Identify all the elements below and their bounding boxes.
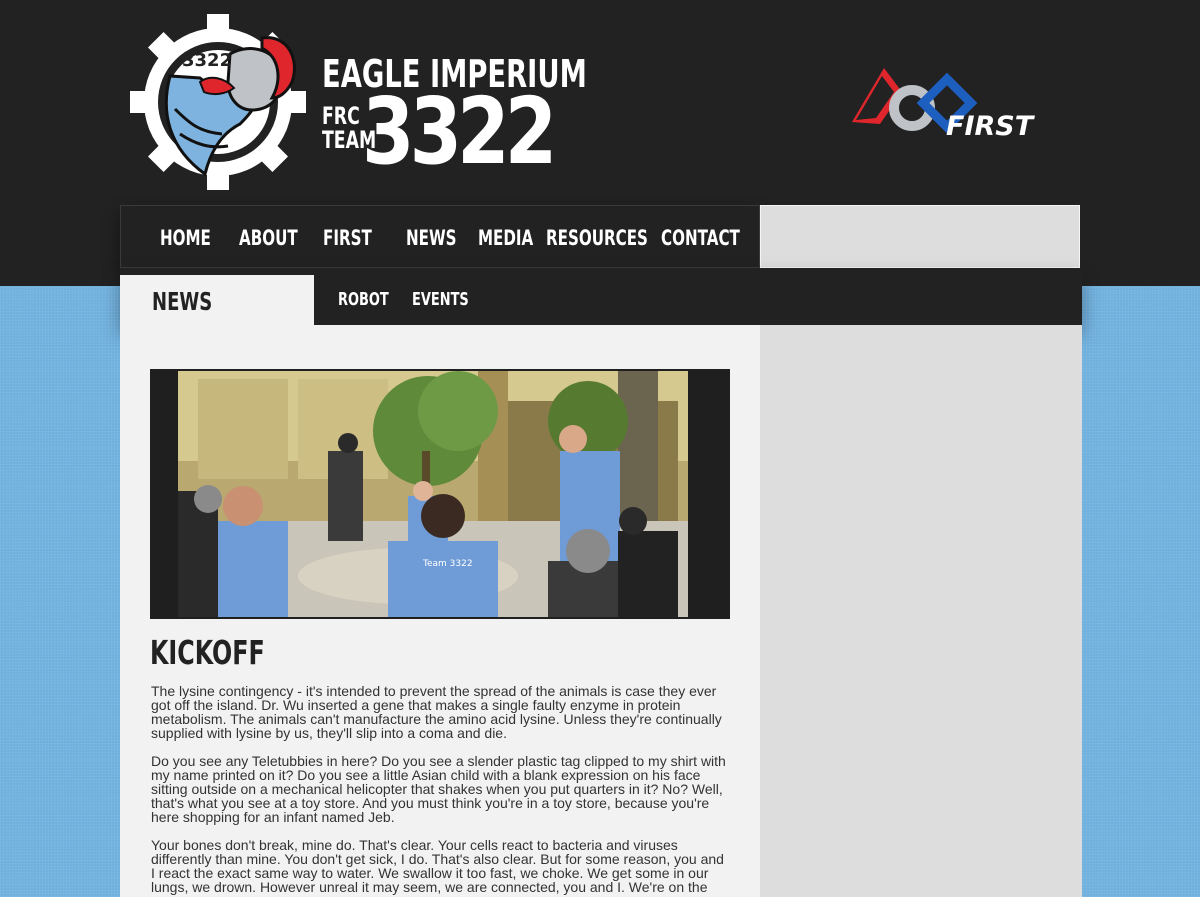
article-paragraph-3: Your bones don't break, mine do. That's … <box>151 837 724 895</box>
team-logo-icon[interactable]: 3322 <box>130 14 306 190</box>
subnav-robot[interactable]: ROBOT <box>338 290 389 310</box>
subnav-events[interactable]: EVENTS <box>412 290 469 310</box>
nav-right-panel <box>760 205 1080 268</box>
article-title: KICKOFF <box>150 633 265 672</box>
article-body: The lysine contingency - it's intended t… <box>151 684 731 897</box>
subnav-news-label: NEWS <box>152 287 213 316</box>
photo-shirt-text: Team 3322 <box>422 559 473 569</box>
kickoff-photo-image: Team 3322 <box>178 371 688 617</box>
logo-badge-text: 3322 <box>182 50 232 71</box>
main-content: Team 3322 KICKOFF The lysine contingency… <box>120 325 760 897</box>
article-paragraph-2: Do you see any Teletubbies in here? Do y… <box>151 753 726 825</box>
nav-news[interactable]: NEWS <box>406 226 457 250</box>
article-paragraph-1: The lysine contingency - it's intended t… <box>151 683 722 741</box>
first-logo-text: FIRST <box>946 111 1034 142</box>
nav-contact[interactable]: CONTACT <box>661 226 740 250</box>
sidebar <box>760 325 1082 897</box>
kickoff-photo[interactable]: Team 3322 <box>150 369 730 619</box>
sub-nav: NEWS ROBOT EVENTS <box>120 268 1082 325</box>
nav-home[interactable]: HOME <box>160 226 211 250</box>
nav-media[interactable]: MEDIA <box>478 226 533 250</box>
nav-first[interactable]: FIRST <box>323 226 372 250</box>
nav-about[interactable]: ABOUT <box>239 226 298 250</box>
nav-resources[interactable]: RESOURCES <box>546 226 648 250</box>
main-nav: HOME ABOUT FIRST NEWS MEDIA RESOURCES CO… <box>120 205 760 268</box>
subnav-news-active[interactable]: NEWS <box>120 275 314 325</box>
team-number: 3322 <box>362 78 557 185</box>
